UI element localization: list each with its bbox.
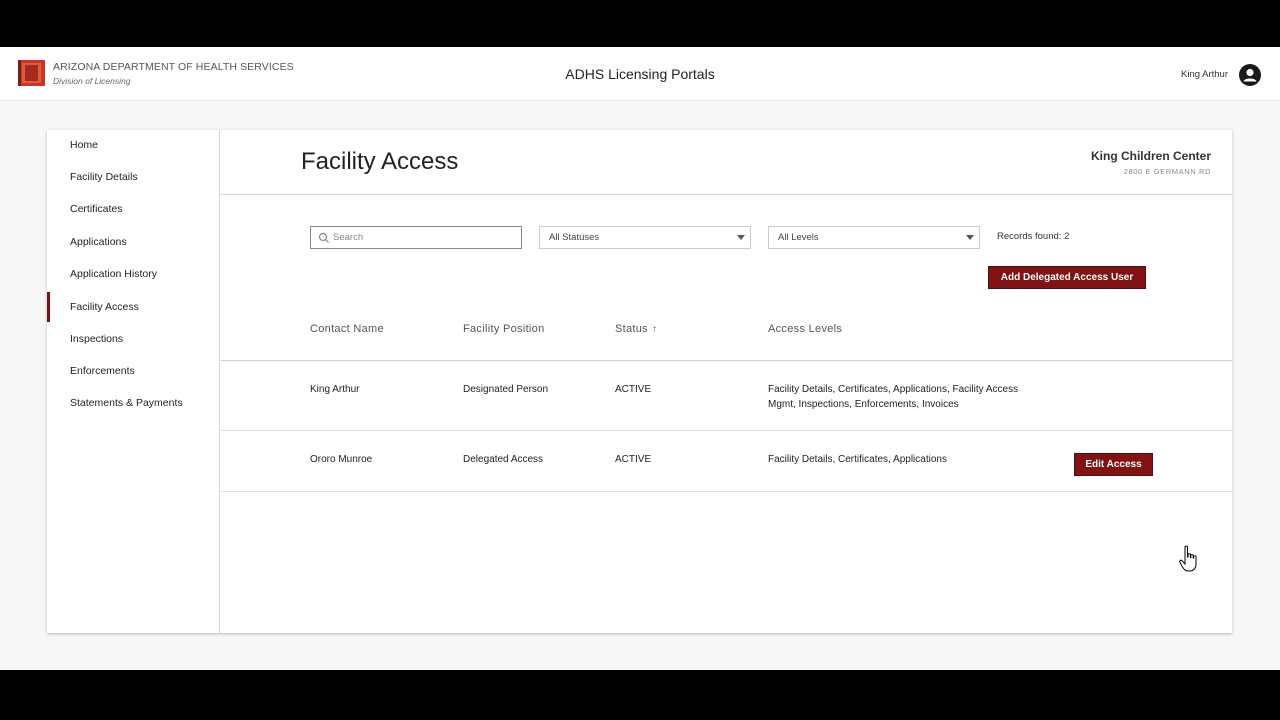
sidebar-item-application-history[interactable]: Application History [47,259,220,289]
sidebar-item-certificates[interactable]: Certificates [47,194,220,224]
edit-access-button[interactable]: Edit Access [1074,453,1153,476]
sidebar-nav: Home Facility Details Certificates Appli… [47,130,220,633]
column-header-status-label: Status [615,323,648,335]
records-count: Records found: 2 [997,231,1070,242]
row-divider [221,430,1232,431]
column-header-status[interactable]: Status ↑ [615,323,657,335]
main-panel: Facility Access King Children Center 280… [221,130,1232,633]
sidebar-item-inspections[interactable]: Inspections [47,324,220,354]
user-avatar-icon[interactable] [1239,64,1261,86]
person-icon [1243,68,1257,82]
access-levels-cell-line1: Facility Details, Certificates, Applicat… [768,384,1019,395]
chevron-down-icon [966,235,974,240]
search-input[interactable] [333,229,513,246]
portal-title: ADHS Licensing Portals [565,66,715,82]
column-header-contact-name[interactable]: Contact Name [310,323,384,335]
sidebar-item-applications[interactable]: Applications [47,227,220,257]
level-filter-value: All Levels [778,232,819,243]
sidebar-item-enforcements[interactable]: Enforcements [47,356,220,386]
page-title: Facility Access [301,148,459,175]
column-header-facility-position[interactable]: Facility Position [463,323,545,335]
access-levels-cell: Facility Details, Certificates, Applicat… [768,454,947,465]
level-filter-select[interactable]: All Levels [768,226,980,249]
user-name[interactable]: King Arthur [1181,69,1228,80]
chevron-down-icon [737,235,745,240]
app-screen: ARIZONA DEPARTMENT OF HEALTH SERVICES Di… [0,47,1280,670]
facility-position-cell: Delegated Access [463,454,544,465]
search-box[interactable] [310,226,522,249]
access-levels-cell-line2: Mgmt, Inspections, Enforcements, Invoice… [768,399,959,410]
search-icon [318,232,329,243]
content-card: Home Facility Details Certificates Appli… [47,130,1232,633]
hand-cursor-icon [1179,545,1197,572]
top-header: ARIZONA DEPARTMENT OF HEALTH SERVICES Di… [0,47,1280,101]
sort-ascending-icon: ↑ [652,324,658,335]
table-header-divider [221,360,1232,361]
sidebar-item-statements-payments[interactable]: Statements & Payments [47,388,220,418]
column-header-access-levels[interactable]: Access Levels [768,323,842,335]
contact-name-cell: King Arthur [310,384,360,395]
sidebar-item-home[interactable]: Home [47,130,220,160]
status-cell: ACTIVE [615,454,652,465]
add-delegated-access-user-button[interactable]: Add Delegated Access User [988,266,1146,289]
row-divider [221,491,1232,492]
sidebar-item-facility-details[interactable]: Facility Details [47,162,220,192]
contact-name-cell: Ororo Munroe [310,454,373,465]
facility-address: 2800 E GERMANN RD [1123,167,1211,176]
facility-name: King Children Center [1090,149,1211,163]
status-filter-select[interactable]: All Statuses [539,226,751,249]
status-cell: ACTIVE [615,384,652,395]
sidebar-item-facility-access[interactable]: Facility Access [47,292,220,322]
facility-position-cell: Designated Person [463,384,549,395]
title-divider [221,194,1232,195]
status-filter-value: All Statuses [549,232,600,243]
